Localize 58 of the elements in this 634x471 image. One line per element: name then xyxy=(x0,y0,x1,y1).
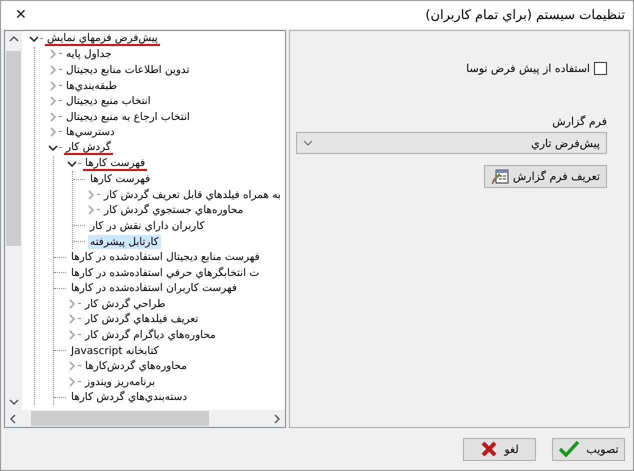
horizontal-scrollbar[interactable] xyxy=(5,410,285,427)
tree-item[interactable]: تدوين اطلاعات منابع ديجيتال xyxy=(64,62,192,77)
tree-item[interactable]: فهرست کارها xyxy=(83,156,148,171)
close-icon xyxy=(480,440,498,458)
tree-item[interactable]: کاربران داراي نقش در کار xyxy=(88,218,206,233)
tree-item[interactable]: به همراه فيلدهاي قابل تعريف گردش کار xyxy=(102,188,283,202)
define-report-form-button[interactable]: تعريف فرم گزارش xyxy=(484,165,607,188)
chevron-right-icon[interactable] xyxy=(48,127,58,138)
vertical-scrollbar[interactable] xyxy=(5,31,22,410)
chevron-right-icon[interactable] xyxy=(48,64,58,75)
chevron-right-icon[interactable] xyxy=(86,190,96,200)
tree-item[interactable]: طبقه‌بندي‌ها xyxy=(64,78,120,93)
chevron-right-icon[interactable] xyxy=(67,298,77,309)
chevron-right-icon[interactable] xyxy=(48,96,58,106)
tree-item[interactable]: فهرست منابع ديجيتال استفاده‌شده در کارها xyxy=(69,250,262,264)
approve-button[interactable]: تصويب xyxy=(552,438,625,460)
tree-item[interactable]: فهرست کاربران استفاده‌شده در کارها xyxy=(69,281,239,296)
chevron-right-icon[interactable] xyxy=(67,314,77,324)
tree-item[interactable]: ت انتخابگرهاي حرفي استفاده‌شده در کارها xyxy=(69,266,262,280)
tree-item[interactable]: فهرست کارها xyxy=(88,172,152,186)
scroll-right-icon[interactable] xyxy=(273,414,281,424)
report-form-dropdown[interactable]: پيش‌فرض تاري xyxy=(296,132,607,154)
chevron-right-icon[interactable] xyxy=(48,49,58,60)
tree-item[interactable]: گردش کار xyxy=(64,140,113,155)
scroll-down-icon[interactable] xyxy=(8,398,18,406)
tree-item[interactable]: کتابخانه Javascript xyxy=(69,344,161,358)
checkmark-icon xyxy=(558,440,580,458)
tree-item[interactable]: دسترسي‌ها xyxy=(64,125,117,140)
chevron-down-icon[interactable] xyxy=(48,142,58,153)
tree-item[interactable]: انتخاب ارجاع به منبع ديجيتال xyxy=(64,110,192,124)
chevron-right-icon[interactable] xyxy=(86,205,96,216)
tree-item[interactable]: جداول پايه xyxy=(64,47,114,62)
tree-item[interactable]: انتخاب منبع ديجيتال xyxy=(64,94,153,108)
cancel-button[interactable]: لغو xyxy=(463,438,536,460)
tree-item[interactable]: محاوره‌هاي دياگرام گردش کار xyxy=(83,328,218,342)
tree-item[interactable]: محاوره‌هاي جستجوي گردش کار xyxy=(102,203,246,218)
chevron-right-icon[interactable] xyxy=(48,112,58,122)
tree-item[interactable]: پيش‌فرض فرمهاي نمايش xyxy=(45,32,160,46)
close-button[interactable]: ✕ xyxy=(15,7,27,23)
field-label: فرم گزارش xyxy=(552,115,607,128)
form-edit-icon xyxy=(490,168,509,184)
tree-item[interactable]: محاوره‌هاي گردش‌کارها xyxy=(83,359,189,374)
scroll-left-icon[interactable] xyxy=(9,414,17,424)
tree-item[interactable]: کارتابل پيشرفته xyxy=(88,234,161,249)
chevron-down-icon[interactable] xyxy=(67,158,77,169)
chevron-right-icon[interactable] xyxy=(67,376,77,387)
chevron-down-icon[interactable] xyxy=(29,34,39,44)
chevron-right-icon[interactable] xyxy=(67,330,77,340)
tree-item[interactable]: تعريف فيلدهاي گردش کار xyxy=(83,312,200,326)
scroll-up-icon[interactable] xyxy=(8,35,18,43)
checkbox-label: استفاده از پيش فرض نوسا xyxy=(466,62,590,75)
tree-item[interactable]: دسته‌بندي‌هاي گردش کارها xyxy=(69,390,190,404)
window-title: تنظيمات سيستم (براي تمام کاربران) xyxy=(425,8,625,22)
chevron-right-icon[interactable] xyxy=(67,361,77,372)
tree-item[interactable]: طراحي گردش کار xyxy=(83,296,168,311)
tree-item[interactable]: برنامه‌ريز ويندوز xyxy=(83,374,158,389)
checkbox[interactable] xyxy=(594,62,607,75)
chevron-right-icon[interactable] xyxy=(48,80,58,91)
